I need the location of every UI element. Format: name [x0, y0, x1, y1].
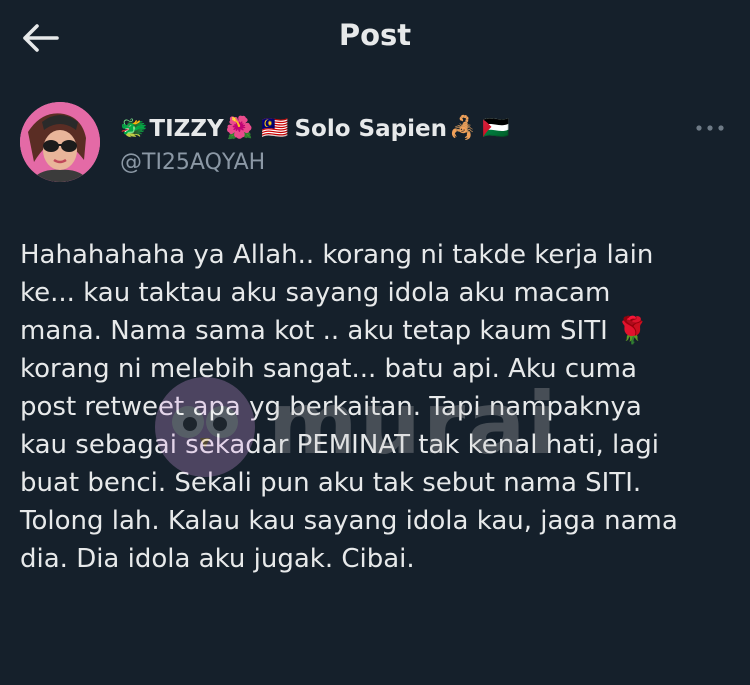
post-line: post retweet apa yg berkaitan. Tapi namp… [20, 392, 642, 422]
page-title: Post [338, 18, 412, 52]
post-line-text: mana. Nama sama kot .. aku tetap kaum SI… [20, 316, 608, 346]
dragon-emoji: 🐲 [120, 116, 148, 141]
malaysia-flag-emoji: 🇲🇾 [261, 116, 289, 141]
post-line: Tolong lah. Kalau kau sayang idola kau, … [20, 506, 678, 536]
palestine-flag-emoji: 🇵🇸 [482, 116, 510, 141]
display-name-suffix: Solo Sapien [294, 116, 447, 142]
user-handle[interactable]: @TI25AQYAH [120, 150, 265, 175]
post-line: dia. Dia idola aku jugak. Cibai. [20, 544, 415, 574]
display-name[interactable]: 🐲 TIZZY 🌺 🇲🇾 Solo Sapien 🦂 🇵🇸 [120, 112, 510, 146]
more-options-button[interactable] [690, 116, 730, 140]
post-line: kau sebagai sekadar PEMINAT tak kenal ha… [20, 430, 659, 460]
more-horizontal-icon [696, 125, 724, 131]
post-body: Hahahahaha ya Allah.. korang ni takde ke… [20, 236, 740, 578]
rose-emoji: 🌹 [616, 316, 649, 346]
avatar-image [20, 102, 100, 182]
hibiscus-emoji: 🌺 [225, 116, 254, 141]
scorpion-emoji: 🦂 [448, 116, 477, 141]
post-screen: Post 🐲 TIZZY 🌺 🇲🇾 Solo Sapien 🦂 🇵� [0, 0, 750, 685]
post-author: 🐲 TIZZY 🌺 🇲🇾 Solo Sapien 🦂 🇵🇸 @TI25AQYAH [20, 102, 730, 192]
post-line: ke... kau taktau aku sayang idola aku ma… [20, 278, 611, 308]
post-line: korang ni melebih sangat... batu api. Ak… [20, 354, 637, 384]
avatar[interactable] [20, 102, 100, 182]
post-line: buat benci. Sekali pun aku tak sebut nam… [20, 468, 642, 498]
post-line: Hahahahaha ya Allah.. korang ni takde ke… [20, 240, 654, 270]
display-name-text: TIZZY [149, 116, 224, 142]
top-bar: Post [0, 0, 750, 75]
post-line-with-emoji: mana. Nama sama kot .. aku tetap kaum SI… [20, 312, 740, 350]
